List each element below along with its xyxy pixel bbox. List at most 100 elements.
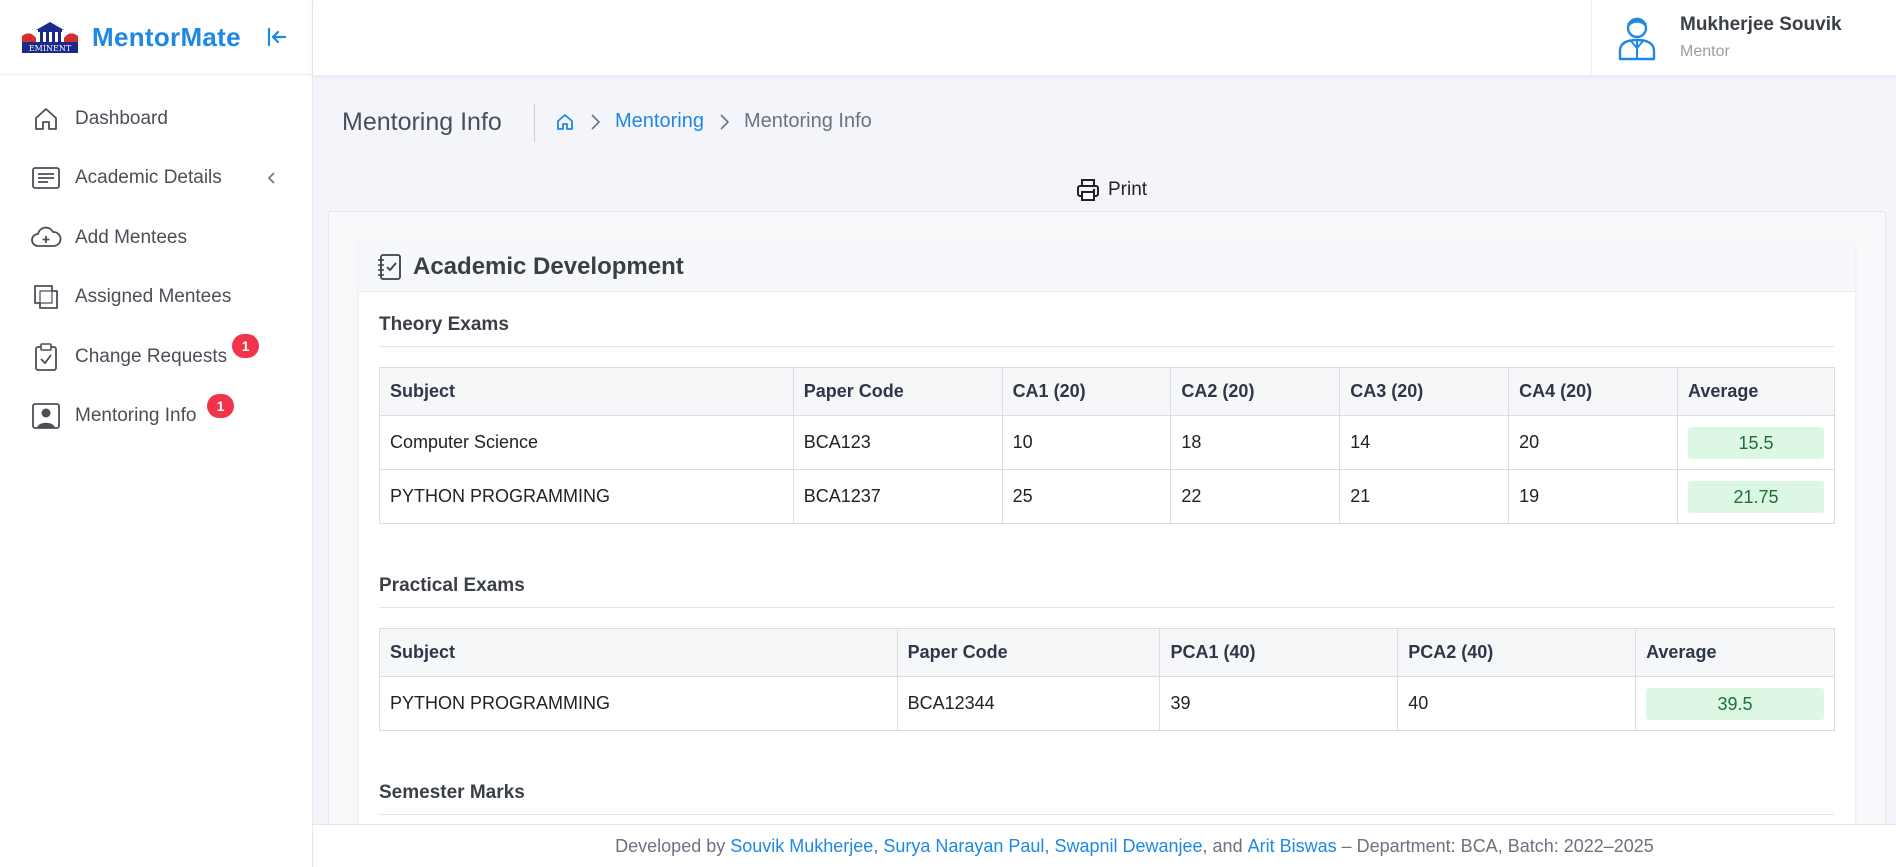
column-header: PCA1 (40) xyxy=(1159,628,1399,677)
cell-ca4: 20 xyxy=(1508,415,1678,470)
checklist-notebook-icon xyxy=(377,253,403,281)
cell-subject: PYTHON PROGRAMMING xyxy=(379,469,794,524)
sidebar-item-label: Change Requests xyxy=(75,345,228,367)
document-lines-icon xyxy=(30,162,62,194)
user-profile[interactable]: Mukherjee Souvik Mentor xyxy=(1591,0,1896,75)
section-title-semester: Semester Marks xyxy=(379,782,525,803)
user-portrait-icon xyxy=(30,400,62,432)
cell-ca4: 19 xyxy=(1508,469,1678,524)
user-avatar-icon xyxy=(1616,15,1658,61)
print-label: Print xyxy=(1108,179,1148,200)
column-header: Paper Code xyxy=(792,367,1003,416)
column-header: CA4 (20) xyxy=(1508,367,1678,416)
column-header: PCA2 (40) xyxy=(1397,628,1637,677)
table-header-row: Subject Paper Code PCA1 (40) PCA2 (40) A… xyxy=(379,628,1835,677)
cell-paper-code: BCA123 xyxy=(792,415,1003,470)
cloud-add-icon xyxy=(30,222,62,254)
cell-ca1: 10 xyxy=(1001,415,1172,470)
column-header: CA1 (20) xyxy=(1001,367,1172,416)
cell-paper-code: BCA1237 xyxy=(792,469,1003,524)
sidebar-item-academic-details[interactable]: Academic Details xyxy=(0,149,312,209)
average-badge: 39.5 xyxy=(1646,687,1824,720)
breadcrumb-home-icon[interactable] xyxy=(555,112,575,132)
author-link[interactable]: Swapnil Dewanjee xyxy=(1054,836,1202,857)
cell-average: 21.75 xyxy=(1677,469,1835,524)
column-header: Paper Code xyxy=(896,628,1161,677)
sidebar: EMINENT MentorMate Dashboard Academic De… xyxy=(0,0,313,867)
table-row: PYTHON PROGRAMMING BCA12344 39 40 39.5 xyxy=(379,676,1835,731)
sidebar-item-label: Dashboard xyxy=(75,107,168,129)
column-header: Subject xyxy=(379,628,898,677)
cell-pca1: 39 xyxy=(1159,676,1399,731)
cell-ca3: 21 xyxy=(1339,469,1510,524)
author-link[interactable]: Surya Narayan Paul xyxy=(883,836,1044,857)
column-header: CA3 (20) xyxy=(1339,367,1510,416)
app-name: MentorMate xyxy=(92,21,241,52)
table-row: PYTHON PROGRAMMING BCA1237 25 22 21 19 2… xyxy=(379,469,1835,524)
breadcrumb: Mentoring Mentoring Info xyxy=(555,110,872,133)
notification-badge: 1 xyxy=(232,334,259,358)
table-header-row: Subject Paper Code CA1 (20) CA2 (20) CA3… xyxy=(379,367,1835,416)
average-badge: 21.75 xyxy=(1688,480,1824,513)
collapse-sidebar-icon[interactable] xyxy=(263,23,291,51)
cell-ca2: 18 xyxy=(1170,415,1341,470)
eminent-logo: EMINENT xyxy=(20,20,80,54)
sidebar-item-change-requests[interactable]: Change Requests 1 xyxy=(0,327,312,387)
notification-badge: 1 xyxy=(207,393,234,418)
user-name: Mukherjee Souvik xyxy=(1680,14,1842,35)
column-header: Average xyxy=(1677,367,1835,416)
chevron-left-icon xyxy=(264,170,280,186)
card-header: Academic Development xyxy=(359,242,1855,292)
breadcrumb-mentoring-link[interactable]: Mentoring xyxy=(615,110,704,133)
column-header: Average xyxy=(1635,628,1835,677)
topbar: Mukherjee Souvik Mentor xyxy=(313,0,1896,75)
title-divider xyxy=(534,104,535,142)
sidebar-item-assigned-mentees[interactable]: Assigned Mentees xyxy=(0,268,312,328)
academic-development-card: Academic Development Theory Exams Subjec… xyxy=(359,242,1855,867)
clipboard-check-icon xyxy=(30,341,62,373)
home-icon xyxy=(30,103,62,135)
sidebar-item-label: Mentoring Info xyxy=(75,405,197,427)
section-divider xyxy=(379,346,1834,347)
chevron-right-icon xyxy=(585,112,605,132)
sidebar-item-label: Academic Details xyxy=(75,167,222,189)
section-divider xyxy=(379,607,1834,608)
cell-average: 15.5 xyxy=(1677,415,1835,470)
svg-text:EMINENT: EMINENT xyxy=(29,44,72,53)
user-role: Mentor xyxy=(1680,43,1730,60)
breadcrumb-current: Mentoring Info xyxy=(743,110,872,132)
practical-exams-table: Subject Paper Code PCA1 (40) PCA2 (40) A… xyxy=(379,628,1835,731)
cell-ca1: 25 xyxy=(1001,469,1172,524)
chevron-right-icon xyxy=(714,112,734,132)
author-link[interactable]: Arit Biswas xyxy=(1248,836,1337,857)
author-link[interactable]: Souvik Mukherjee xyxy=(730,836,873,857)
footer-suffix: – Department: BCA, Batch: 2022–2025 xyxy=(1341,835,1654,856)
printer-icon xyxy=(1076,178,1100,202)
section-title-practical: Practical Exams xyxy=(379,575,525,596)
cell-paper-code: BCA12344 xyxy=(896,676,1161,731)
section-title-theory: Theory Exams xyxy=(379,314,509,335)
sidebar-nav: Dashboard Academic Details Add Mentees A… xyxy=(0,75,312,446)
cell-average: 39.5 xyxy=(1635,676,1835,731)
sidebar-item-mentoring-info[interactable]: Mentoring Info 1 xyxy=(0,387,312,447)
cell-pca2: 40 xyxy=(1397,676,1637,731)
brand: EMINENT MentorMate xyxy=(0,0,312,75)
column-header: CA2 (20) xyxy=(1170,367,1341,416)
footer-prefix: Developed by xyxy=(615,835,726,856)
footer: Developed by Souvik Mukherjee, Surya Nar… xyxy=(313,824,1896,867)
cell-subject: PYTHON PROGRAMMING xyxy=(379,676,898,731)
sidebar-item-dashboard[interactable]: Dashboard xyxy=(0,89,312,149)
sticky-note-icon xyxy=(30,281,62,313)
column-header: Subject xyxy=(379,367,794,416)
cell-ca3: 14 xyxy=(1339,415,1510,470)
average-badge: 15.5 xyxy=(1688,426,1824,459)
section-divider xyxy=(379,814,1834,815)
print-button[interactable]: Print xyxy=(1076,178,1147,202)
cell-ca2: 22 xyxy=(1170,469,1341,524)
sidebar-item-label: Add Mentees xyxy=(75,226,187,248)
theory-exams-table: Subject Paper Code CA1 (20) CA2 (20) CA3… xyxy=(379,367,1835,524)
cell-subject: Computer Science xyxy=(379,415,794,470)
card-title: Academic Development xyxy=(413,252,684,280)
sidebar-item-add-mentees[interactable]: Add Mentees xyxy=(0,208,312,268)
sidebar-item-label: Assigned Mentees xyxy=(75,286,232,308)
